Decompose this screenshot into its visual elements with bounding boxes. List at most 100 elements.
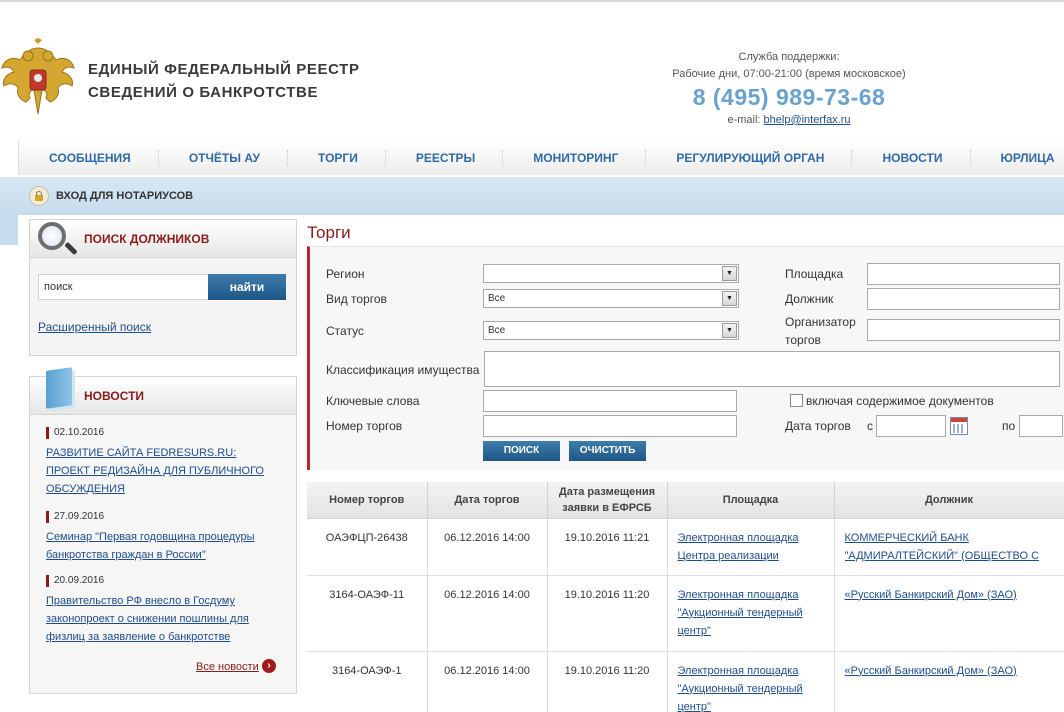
nav-legal-entities[interactable]: ЮРЛИЦА (971, 150, 1064, 166)
coat-of-arms-logo[interactable] (0, 38, 76, 118)
trade-number-input[interactable] (483, 415, 737, 437)
column-header-trade-date[interactable]: Дата торгов (427, 482, 548, 519)
clear-button[interactable]: ОЧИСТИТЬ (569, 441, 646, 461)
all-news-link[interactable]: Все новости (196, 661, 259, 673)
chevron-down-icon[interactable]: ▼ (722, 291, 737, 306)
cell-trade-date: 06.12.2016 14:00 (427, 651, 548, 712)
status-label: Статус (326, 324, 364, 338)
table-header-row: Номер торгов Дата торгов Дата размещения… (307, 482, 1064, 519)
news-link[interactable]: Семинар "Первая годовщина процедуры банк… (46, 531, 255, 561)
platform-link[interactable]: Электронная площадка "Аукционный тендерн… (678, 589, 803, 637)
status-select-value: Все (488, 325, 506, 336)
table-row[interactable]: 3164-ОАЭФ-1 06.12.2016 14:00 19.10.2016 … (307, 651, 1064, 712)
trade-number-label: Номер торгов (326, 419, 403, 433)
site-header: ЕДИНЫЙ ФЕДЕРАЛЬНЫЙ РЕЕСТР СВЕДЕНИЙ О БАН… (0, 0, 1064, 140)
main-nav: СООБЩЕНИЯ ОТЧЁТЫ АУ ТОРГИ РЕЕСТРЫ МОНИТО… (18, 141, 1064, 175)
news-date: 20.09.2016 (46, 575, 278, 587)
nav-registries[interactable]: РЕЕСТРЫ (386, 150, 504, 166)
debtor-search-title: ПОИСК ДОЛЖНИКОВ (84, 232, 210, 246)
organizer-input[interactable] (867, 319, 1060, 341)
cell-posted-date: 19.10.2016 11:20 (547, 651, 668, 712)
nav-messages[interactable]: СООБЩЕНИЯ (19, 150, 159, 166)
cell-debtor: «Русский Банкирский Дом» (ЗАО) (834, 575, 1064, 652)
news-title: НОВОСТИ (84, 389, 145, 403)
site-title[interactable]: ЕДИНЫЙ ФЕДЕРАЛЬНЫЙ РЕЕСТР СВЕДЕНИЙ О БАН… (88, 58, 360, 104)
chevron-down-icon[interactable]: ▼ (722, 266, 737, 281)
nav-regulator[interactable]: РЕГУЛИРУЮЩИЙ ОРГАН (646, 150, 853, 166)
date-to-input[interactable] (1019, 415, 1063, 437)
platform-input[interactable] (867, 263, 1060, 285)
nav-reports[interactable]: ОТЧЁТЫ АУ (159, 150, 289, 166)
region-label: Регион (326, 267, 365, 281)
trade-type-select[interactable]: Все ▼ (483, 289, 739, 308)
property-class-label: Классификация имущества (326, 363, 480, 377)
column-header-debtor[interactable]: Должник (834, 482, 1064, 519)
news-item: 20.09.2016 Правительство РФ внесло в Гос… (46, 575, 278, 646)
nav-monitoring[interactable]: МОНИТОРИНГ (503, 150, 647, 166)
table-row[interactable]: 3164-ОАЭФ-11 06.12.2016 14:00 19.10.2016… (307, 575, 1064, 652)
status-select[interactable]: Все ▼ (483, 321, 739, 340)
debtor-search-input[interactable] (38, 274, 209, 300)
search-button[interactable]: ПОИСК (483, 441, 560, 461)
news-item: 27.09.2016 Семинар "Первая годовщина про… (46, 511, 278, 564)
keywords-input[interactable] (483, 390, 737, 412)
debtor-link[interactable]: КОММЕРЧЕСКИЙ БАНК "АДМИРАЛТЕЙСКИЙ" (ОБЩЕ… (845, 532, 1040, 567)
trade-date-label: Дата торгов (785, 419, 851, 433)
nav-news[interactable]: НОВОСТИ (852, 150, 971, 166)
table-row[interactable]: ОАЭФЦП-26438 06.12.2016 14:00 19.10.2016… (307, 518, 1064, 576)
debtor-search-panel: ПОИСК ДОЛЖНИКОВ найти Расширенный поиск (29, 219, 297, 356)
debtor-link[interactable]: «Русский Банкирский Дом» (ЗАО) (845, 589, 1017, 601)
support-email-link[interactable]: bhelp@interfax.ru (764, 114, 851, 126)
news-link[interactable]: Правительство РФ внесло в Госдуму законо… (46, 595, 249, 643)
news-item: 02.10.2016 РАЗВИТИЕ САЙТА FEDRESURS.RU: … (46, 427, 278, 498)
column-header-posted-date[interactable]: Дата размещения заявки в ЕФРСБ (547, 482, 668, 519)
notary-login-link[interactable]: ВХОД ДЛЯ НОТАРИУСОВ (56, 190, 193, 202)
trade-type-label: Вид торгов (326, 292, 387, 306)
property-class-field[interactable] (484, 351, 1060, 387)
column-header-number[interactable]: Номер торгов (307, 482, 428, 519)
cell-posted-date: 19.10.2016 11:20 (547, 575, 668, 652)
organizer-label: Организатор торгов (785, 315, 856, 347)
debtor-clip: КОММЕРЧЕСКИЙ БАНК "АДМИРАЛТЕЙСКИЙ" (ОБЩЕ… (845, 529, 1064, 567)
date-to-label: по (1002, 419, 1016, 433)
calendar-icon[interactable] (950, 417, 968, 435)
trade-filter-form: Регион Вид торгов Статус Классификация и… (307, 246, 1064, 470)
cell-posted-date: 19.10.2016 11:21 (547, 518, 668, 576)
news-link[interactable]: РАЗВИТИЕ САЙТА FEDRESURS.RU: ПРОЕКТ РЕДИ… (46, 447, 264, 495)
platform-link[interactable]: Электронная площадка "Аукционный тендерн… (678, 665, 803, 712)
site-title-line1: ЕДИНЫЙ ФЕДЕРАЛЬНЫЙ РЕЕСТР (88, 61, 360, 78)
include-docs-checkbox[interactable] (790, 394, 803, 407)
arrow-right-icon[interactable]: › (262, 659, 276, 673)
notary-bar: ВХОД ДЛЯ НОТАРИУСОВ (0, 177, 1064, 215)
date-from-input[interactable] (876, 415, 946, 437)
news-date: 02.10.2016 (46, 427, 278, 439)
debtor-input[interactable] (867, 288, 1060, 310)
trades-table: Номер торгов Дата торгов Дата размещения… (307, 482, 1064, 712)
debtor-link[interactable]: «Русский Банкирский Дом» (ЗАО) (845, 665, 1017, 677)
trade-type-select-value: Все (488, 293, 506, 304)
debtor-label: Должник (785, 292, 834, 306)
support-phone: 8 (495) 989-73-68 (692, 84, 886, 110)
cell-number: ОАЭФЦП-26438 (307, 518, 428, 576)
left-column-strip (0, 215, 18, 245)
news-date: 27.09.2016 (46, 511, 278, 523)
column-header-platform[interactable]: Площадка (667, 482, 835, 519)
lock-icon[interactable] (29, 186, 49, 206)
nav-trades[interactable]: ТОРГИ (288, 150, 386, 166)
advanced-search-link[interactable]: Расширенный поиск (38, 320, 151, 334)
support-email-label: e-mail: (727, 114, 761, 126)
cell-number: 3164-ОАЭФ-11 (307, 575, 428, 652)
support-hours: Рабочие дни, 07:00-21:00 (время московск… (672, 68, 906, 80)
news-panel: НОВОСТИ 02.10.2016 РАЗВИТИЕ САЙТА FEDRES… (29, 367, 297, 694)
cell-trade-date: 06.12.2016 14:00 (427, 575, 548, 652)
debtor-search-header: ПОИСК ДОЛЖНИКОВ (30, 220, 296, 258)
platform-link[interactable]: Электронная площадка Центра реализации (678, 532, 799, 562)
cell-debtor: КОММЕРЧЕСКИЙ БАНК "АДМИРАЛТЕЙСКИЙ" (ОБЩЕ… (834, 518, 1064, 576)
magnifier-icon (38, 222, 66, 250)
support-block: Служба поддержки: Рабочие дни, 07:00-21:… (660, 49, 918, 129)
chevron-down-icon[interactable]: ▼ (722, 323, 737, 338)
region-select[interactable]: ▼ (483, 264, 739, 283)
support-email-row: e-mail: bhelp@interfax.ru (660, 112, 918, 129)
find-button[interactable]: найти (208, 274, 286, 300)
magnifier-handle-icon (64, 241, 78, 256)
